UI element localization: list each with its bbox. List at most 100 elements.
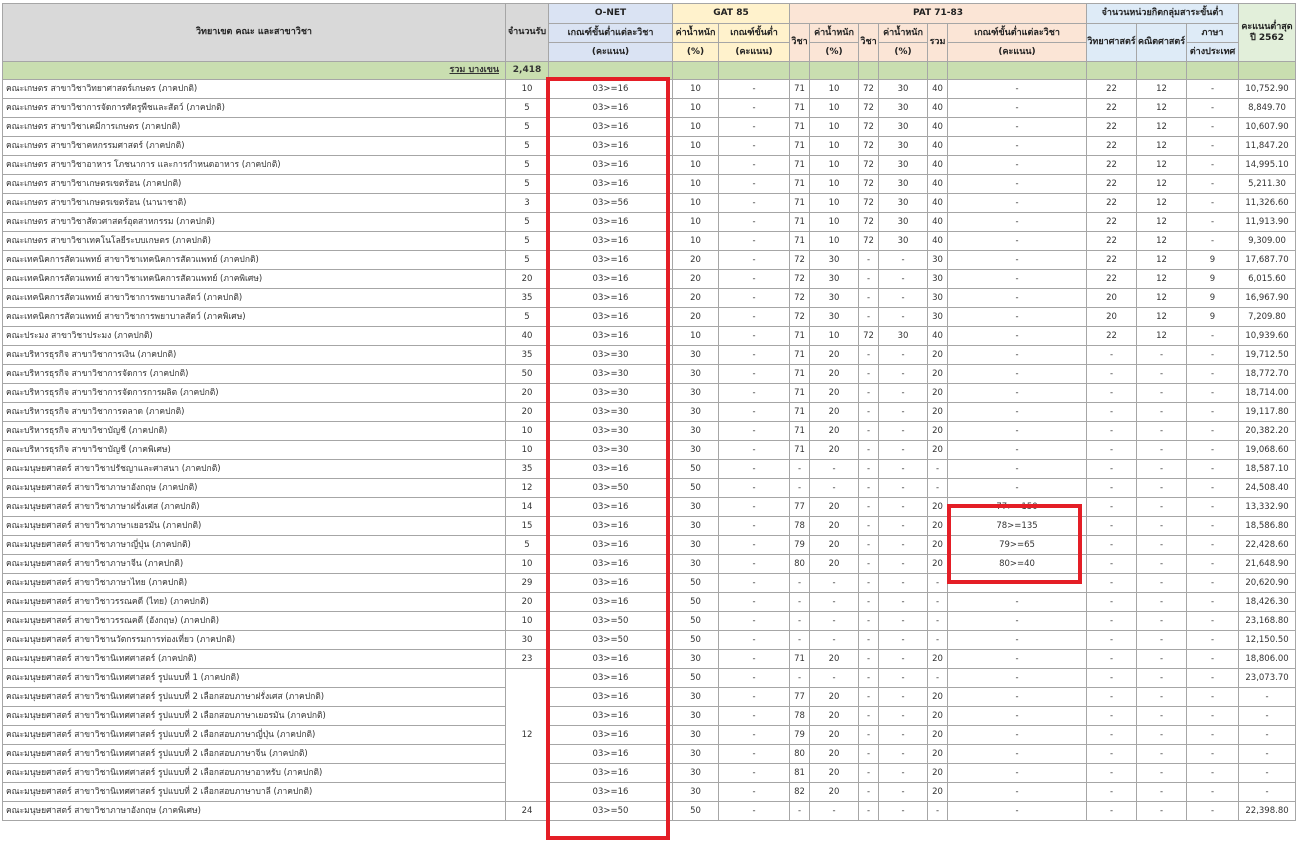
cell-sci: - [1086, 782, 1138, 802]
cell-p2: - [858, 459, 880, 479]
cell-score: 19,117.80 [1238, 402, 1297, 422]
cell-sci: - [1086, 497, 1138, 517]
cell-math: - [1136, 516, 1188, 536]
cell-onet: 03>=16 [548, 649, 673, 669]
cell-math: - [1136, 383, 1188, 403]
cell-w1: 20 [809, 687, 860, 707]
cell-pmin: - [947, 421, 1088, 441]
cell-pmin: - [947, 79, 1088, 99]
cell-gat-min: - [717, 155, 791, 175]
cell-gat-w: 10 [672, 193, 719, 213]
cell-p1: 71 [789, 136, 811, 156]
cell-w2: - [878, 478, 929, 498]
cell-sci: - [1086, 535, 1138, 555]
cell-gat-min: - [717, 98, 791, 118]
cell-pmin: - [947, 155, 1088, 175]
cell-w2: - [878, 535, 929, 555]
table-row: คณะเกษตร สาขาวิชาสัตวศาสตร์อุตสาหกรรม (ภ… [2, 212, 1297, 232]
cell-p2: - [858, 801, 880, 821]
cell-p2: - [858, 782, 880, 802]
cell-gat-w: 10 [672, 231, 719, 251]
header-pat-min-unit: (คะแนน) [947, 42, 1088, 62]
cell-p2: - [858, 269, 880, 289]
cell-p2: - [858, 345, 880, 365]
cell-p2: - [858, 763, 880, 783]
cell-math: 12 [1136, 98, 1188, 118]
cell-sum: 20 [927, 554, 949, 574]
cell-math: 12 [1136, 136, 1188, 156]
cell-sci: - [1086, 611, 1138, 631]
cell-p1: 72 [789, 250, 811, 270]
cell-score: - [1238, 725, 1297, 745]
cell-gat-min: - [717, 250, 791, 270]
table-row: คณะเทคนิคการสัตวแพทย์ สาขาวิชาการพยาบาลส… [2, 307, 1297, 327]
cell-sci: - [1086, 668, 1138, 688]
table-row: คณะมนุษยศาสตร์ สาขาวิชานิเทศศาสตร์ รูปแบ… [2, 668, 1297, 802]
cell-math: 12 [1136, 288, 1188, 308]
cell-sum: 20 [927, 687, 949, 707]
cell-score: 8,849.70 [1238, 98, 1297, 118]
cell-onet: 03>=30 [548, 383, 673, 403]
table-row: คณะเทคนิคการสัตวแพทย์ สาขาวิชาการพยาบาลส… [2, 288, 1297, 308]
cell-p1: 79 [789, 535, 811, 555]
cell-w1: 10 [809, 231, 860, 251]
table-row: คณะมนุษยศาสตร์ สาขาวิชาภาษาอังกฤษ (ภาคพิ… [2, 801, 1297, 821]
cell-onet: 03>=16 [548, 725, 673, 745]
cell-quota: 5 [505, 250, 549, 270]
cell-gat-w: 10 [672, 117, 719, 137]
cell-p2: - [858, 592, 880, 612]
cell-gat-w: 10 [672, 136, 719, 156]
cell-gat-w: 30 [672, 763, 719, 783]
cell-sci: - [1086, 402, 1138, 422]
cell-w2: - [878, 649, 929, 669]
cell-sci: - [1086, 421, 1138, 441]
cell-pmin: - [947, 763, 1088, 783]
cell-w2: - [878, 668, 929, 688]
cell-quota: 20 [505, 592, 549, 612]
cell-score: 20,620.90 [1238, 573, 1297, 593]
cell-sum: 30 [927, 307, 949, 327]
cell-lang: - [1186, 136, 1240, 156]
cell-onet: 03>=16 [548, 250, 673, 270]
cell-gat-min: - [717, 592, 791, 612]
cell-pmin: - [947, 573, 1088, 593]
cell-math: 12 [1136, 117, 1188, 137]
cell-math: 12 [1136, 193, 1188, 213]
program-name: คณะบริหารธุรกิจ สาขาวิชาบัญชี (ภาคพิเศษ) [2, 440, 506, 460]
cell-lang: - [1186, 687, 1240, 707]
cell-gat-min: - [717, 611, 791, 631]
program-name: คณะมนุษยศาสตร์ สาขาวิชาวรรณคดี (ไทย) (ภา… [2, 592, 506, 612]
cell-pmin: - [947, 744, 1088, 764]
program-name: คณะเกษตร สาขาวิชาคหกรรมศาสตร์ (ภาคปกติ) [2, 136, 506, 156]
cell-score: - [1238, 763, 1297, 783]
cell-sci: 22 [1086, 98, 1138, 118]
cell-math: - [1136, 668, 1188, 688]
cell-lang: - [1186, 497, 1240, 517]
cell-sum: - [927, 630, 949, 650]
cell-gat-min: - [717, 782, 791, 802]
program-name: คณะมนุษยศาสตร์ สาขาวิชานิเทศศาสตร์ (ภาคป… [2, 649, 506, 669]
program-name: คณะบริหารธุรกิจ สาขาวิชาการจัดการ (ภาคปก… [2, 364, 506, 384]
cell-sci: - [1086, 706, 1138, 726]
cell-sci: - [1086, 478, 1138, 498]
cell-sum: 20 [927, 516, 949, 536]
cell-quota: 5 [505, 535, 549, 555]
cell-onet: 03>=16 [548, 687, 673, 707]
cell-quota: 5 [505, 117, 549, 137]
cell-sci: - [1086, 364, 1138, 384]
cell-p2: - [858, 421, 880, 441]
cell-math: 12 [1136, 79, 1188, 99]
cell-p2: - [858, 744, 880, 764]
cell-gat-min: - [717, 269, 791, 289]
header-program: วิทยาเขต คณะ และสาขาวิชา [2, 3, 506, 62]
cell-w2: 30 [878, 117, 929, 137]
cell-quota: 20 [505, 269, 549, 289]
cell-w2: - [878, 402, 929, 422]
cell-p2: - [858, 706, 880, 726]
cell-p2: - [858, 573, 880, 593]
cell-onet: 03>=16 [548, 212, 673, 232]
cell-lang: - [1186, 592, 1240, 612]
cell-math: - [1136, 440, 1188, 460]
cell-p2: - [858, 535, 880, 555]
cell-pmin: - [947, 649, 1088, 669]
